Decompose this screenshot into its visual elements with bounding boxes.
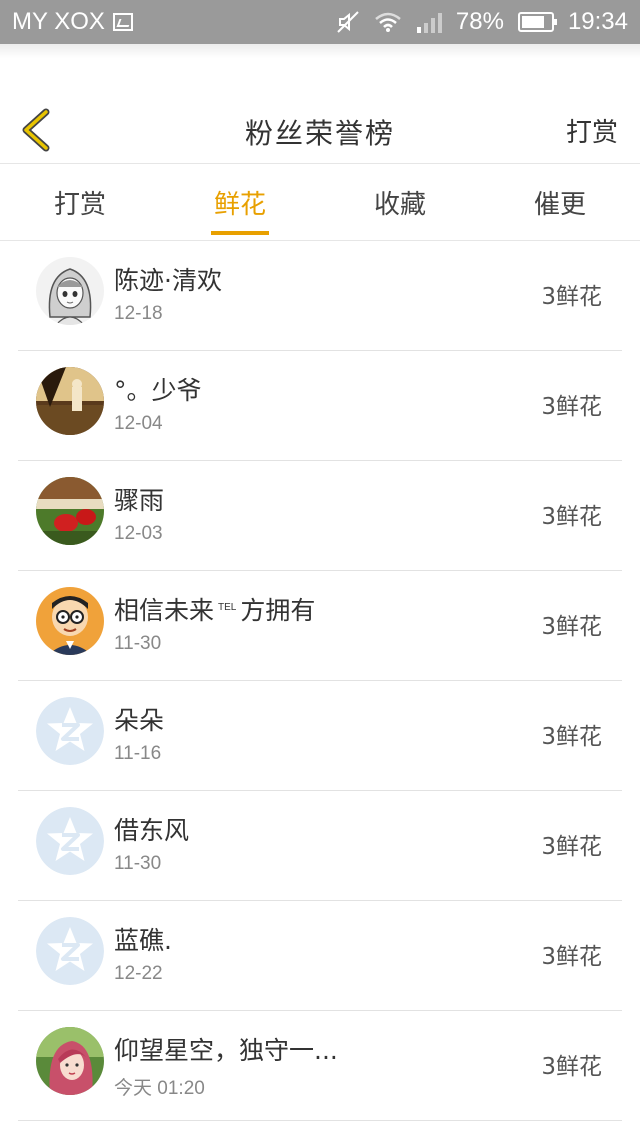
- fan-date: 12-04: [114, 413, 163, 434]
- header-spacer: [0, 44, 640, 100]
- list-item[interactable]: 蓝礁. 12-22 3鲜花: [0, 901, 640, 1011]
- fan-name: 骤雨: [114, 486, 165, 515]
- status-left: MY XOX: [12, 8, 133, 36]
- fan-date: 12-03: [114, 523, 163, 544]
- list-item[interactable]: 借东风 11-30 3鲜花: [0, 791, 640, 901]
- tab-label: 收藏: [373, 190, 426, 220]
- flower-count: 3鲜花: [541, 614, 602, 640]
- back-button[interactable]: [14, 106, 58, 154]
- tab-label: 催更: [533, 190, 586, 220]
- list-item[interactable]: 骤雨 12-03 3鲜花: [0, 461, 640, 571]
- sketch-girl-avatar-icon: [36, 257, 104, 325]
- default-star-avatar-icon: [36, 697, 104, 765]
- flower-count: 3鲜花: [541, 394, 602, 420]
- fan-name: 借东风: [114, 816, 190, 845]
- tab-flowers[interactable]: 鲜花: [160, 165, 320, 240]
- tab-urge-update[interactable]: 催更: [480, 165, 640, 240]
- default-star-avatar-icon: [36, 917, 104, 985]
- carrier-name: MY XOX: [12, 8, 105, 35]
- avatar: [36, 697, 104, 765]
- avatar: [36, 477, 104, 545]
- tab-bar: 打赏 鲜花 收藏 催更: [0, 165, 640, 241]
- signal-icon: [416, 13, 442, 33]
- avatar: [36, 1027, 104, 1095]
- list-item[interactable]: 相信未来 TEL 方拥有 11-30 3鲜花: [0, 571, 640, 681]
- flower-count: 3鲜花: [541, 834, 602, 860]
- fan-date: 今天 01:20: [114, 1078, 205, 1099]
- photo-avatar-icon: [36, 477, 104, 545]
- battery-percent: 78%: [455, 8, 504, 35]
- fan-list: 陈迹·清欢 12-18 3鲜花 °。少爷 12-04 3鲜花 骤雨 12-03 …: [0, 241, 640, 1121]
- status-right: 78% 19:34: [336, 8, 628, 36]
- avatar: [36, 917, 104, 985]
- fan-name-part: 方拥有: [240, 596, 316, 625]
- fan-name: 仰望星空，独守一...: [114, 1036, 338, 1065]
- photo-avatar-icon: [36, 367, 104, 435]
- fan-date: 12-22: [114, 963, 163, 984]
- photo-avatar-icon: [36, 1027, 104, 1095]
- status-bar: MY XOX 78% 19:34: [0, 0, 640, 44]
- chevron-left-icon: [22, 108, 50, 152]
- flower-count: 3鲜花: [541, 944, 602, 970]
- flower-count: 3鲜花: [541, 724, 602, 750]
- tab-label: 打赏: [53, 190, 106, 220]
- tab-label: 鲜花: [213, 190, 266, 220]
- cartoon-avatar-icon: [36, 587, 104, 655]
- mute-icon: [337, 11, 359, 33]
- tab-favorites[interactable]: 收藏: [320, 165, 480, 240]
- flower-count: 3鲜花: [541, 284, 602, 310]
- fan-name: 陈迹·清欢: [114, 266, 222, 295]
- list-item[interactable]: 陈迹·清欢 12-18 3鲜花: [0, 241, 640, 351]
- fan-name: °。少爷: [114, 376, 202, 405]
- fan-name: 蓝礁.: [114, 926, 172, 955]
- nav-bar: 粉丝荣誉榜 打赏: [0, 100, 640, 164]
- list-item[interactable]: °。少爷 12-04 3鲜花: [0, 351, 640, 461]
- default-star-avatar-icon: [36, 807, 104, 875]
- fan-name-superscript: TEL: [218, 601, 237, 613]
- avatar: [36, 257, 104, 325]
- avatar: [36, 587, 104, 655]
- fan-name: 朵朵: [114, 706, 165, 735]
- fan-date: 11-16: [114, 743, 162, 764]
- fan-date: 11-30: [114, 633, 162, 654]
- fan-name-part: 相信未来: [114, 596, 215, 625]
- flower-count: 3鲜花: [541, 1054, 602, 1080]
- clock: 19:34: [567, 8, 628, 35]
- reward-button[interactable]: 打赏: [566, 112, 618, 149]
- fan-name: 相信未来 TEL 方拥有: [114, 591, 315, 627]
- avatar: [36, 367, 104, 435]
- flower-count: 3鲜花: [541, 504, 602, 530]
- list-item[interactable]: 朵朵 11-16 3鲜花: [0, 681, 640, 791]
- fan-date: 12-18: [114, 303, 163, 324]
- wifi-icon: [375, 12, 401, 32]
- battery-icon: [517, 12, 557, 32]
- avatar: [36, 807, 104, 875]
- page-title: 粉丝荣誉榜: [244, 116, 395, 150]
- list-item[interactable]: 仰望星空，独守一... 今天 01:20 3鲜花: [0, 1011, 640, 1121]
- tab-reward[interactable]: 打赏: [0, 165, 160, 240]
- image-notification-icon: [112, 13, 133, 31]
- fan-date: 11-30: [114, 853, 162, 874]
- tab-indicator: [211, 231, 269, 235]
